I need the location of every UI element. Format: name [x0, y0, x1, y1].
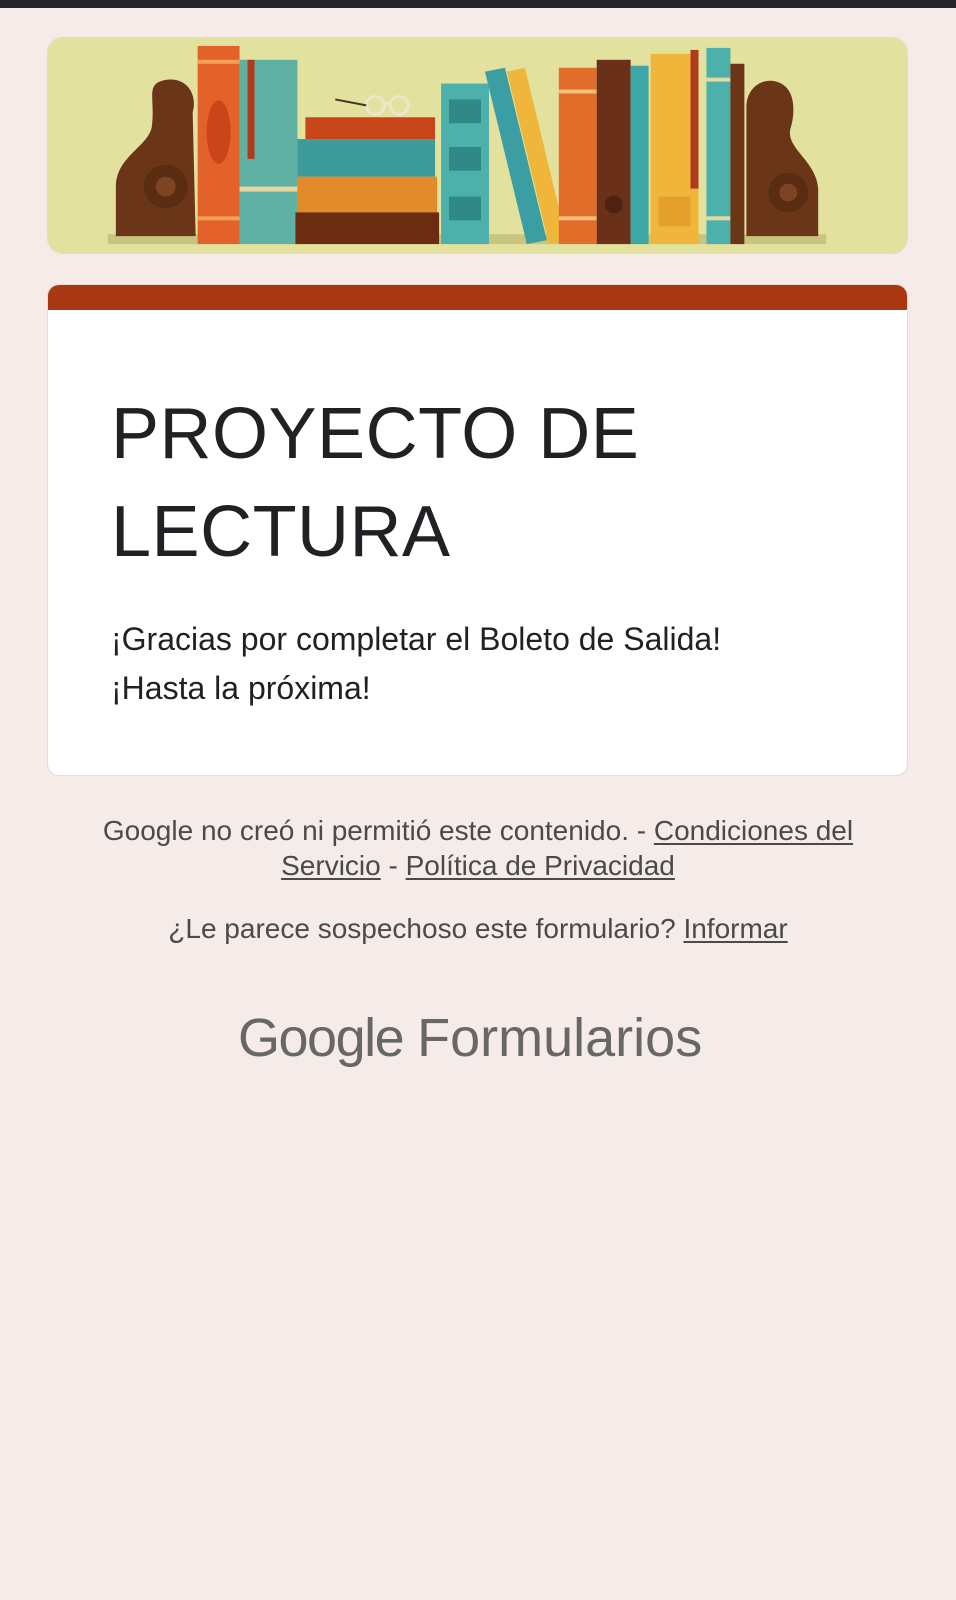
confirmation-line: ¡Gracias por completar el Boleto de Sali… — [111, 621, 722, 657]
confirmation-message: ¡Gracias por completar el Boleto de Sali… — [111, 615, 871, 713]
disclaimer-text: Google no creó ni permitió este contenid… — [102, 815, 654, 846]
footer: Google no creó ni permitió este contenid… — [80, 813, 876, 946]
form-card: PROYECTO DE LECTURA ¡Gracias por complet… — [47, 284, 908, 776]
disclaimer-line: Google no creó ni permitió este contenid… — [80, 813, 876, 883]
confirmation-line: ¡Hasta la próxima! — [111, 670, 371, 706]
privacy-link[interactable]: Política de Privacidad — [406, 850, 675, 881]
google-wordmark: Google — [238, 1008, 405, 1068]
status-bar — [0, 0, 956, 8]
google-forms-logo[interactable]: Google Formularios — [238, 1003, 718, 1073]
footer-separator: - — [380, 850, 406, 881]
report-question: ¿Le parece sospechoso este formulario? — [168, 913, 684, 944]
report-line: ¿Le parece sospechoso este formulario? I… — [80, 911, 876, 946]
report-link[interactable]: Informar — [683, 913, 787, 944]
bookshelf-illustration — [48, 38, 907, 253]
card-accent-bar — [48, 285, 907, 310]
product-name: Formularios — [417, 1008, 703, 1068]
form-title: PROYECTO DE LECTURA — [111, 394, 640, 572]
header-image — [47, 37, 908, 254]
